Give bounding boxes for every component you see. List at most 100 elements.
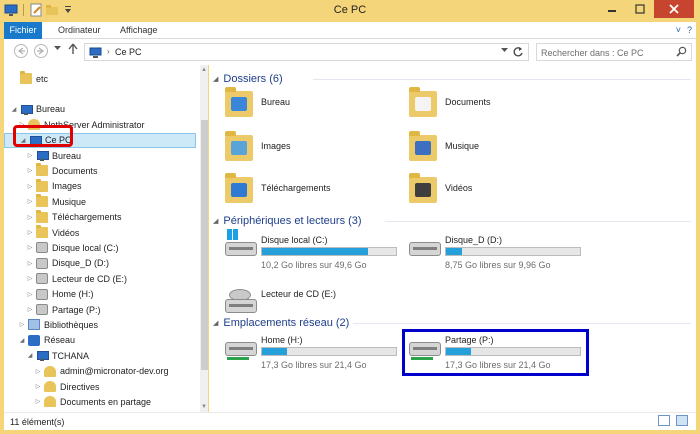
nav-item-label: Disque_D (D:) — [52, 258, 110, 269]
nav-item[interactable]: ▷ Partage (P:) — [4, 302, 196, 317]
network-drive-icon — [225, 335, 257, 365]
expand-arrow-icon[interactable]: ▷ — [26, 275, 34, 282]
collapse-arrow-icon[interactable]: ◢ — [18, 337, 26, 344]
nav-item[interactable]: ▷ admin@micronator-dev.org — [4, 364, 196, 379]
nav-item[interactable]: ▷ Images — [4, 178, 196, 194]
folder-tile[interactable]: Téléchargements — [225, 173, 395, 209]
documents-folder-icon — [36, 163, 48, 177]
expand-arrow-icon[interactable]: ▷ — [26, 306, 34, 313]
nav-item[interactable]: ▷ Directives — [4, 379, 196, 394]
expand-arrow-icon[interactable]: ▷ — [26, 244, 34, 251]
tab-ordinateur[interactable]: Ordinateur — [50, 22, 109, 39]
expand-arrow-icon[interactable]: ▷ — [26, 152, 34, 159]
expand-arrow-icon[interactable]: ▷ — [26, 229, 34, 236]
nav-item[interactable]: ▷ Bibliothèques — [4, 317, 196, 332]
forward-button[interactable] — [34, 44, 48, 58]
expand-arrow-icon[interactable]: ▷ — [18, 321, 26, 328]
usage-bar — [261, 347, 397, 356]
nav-item[interactable]: ▷ Home (H:) — [4, 287, 196, 302]
maximize-button[interactable] — [626, 0, 654, 18]
expand-arrow-icon[interactable]: ▷ — [34, 368, 42, 375]
content-pane[interactable]: ◢ Dossiers (6) Bureau Documents Images Musi… — [209, 65, 696, 412]
network-drive-icon — [36, 288, 48, 300]
group-divider — [313, 79, 691, 80]
breadcrumb-separator[interactable]: › — [107, 47, 110, 56]
refresh-icon[interactable] — [512, 46, 524, 61]
nav-item[interactable]: ▷ Bureau — [4, 148, 196, 163]
nav-item[interactable]: ▷ Disque_D (D:) — [4, 256, 196, 271]
nav-item[interactable]: ▷ Documents en partage — [4, 394, 196, 409]
nav-item[interactable]: ▷ Lecteur de CD (E:) — [4, 271, 196, 286]
scrollbar-thumb[interactable] — [201, 120, 208, 370]
minimize-button[interactable] — [598, 0, 626, 18]
folder-tile[interactable]: Documents — [409, 87, 579, 123]
drive-tile-c[interactable]: Disque local (C:) 10,2 Go libres sur 49,… — [225, 229, 405, 275]
expand-arrow-icon[interactable]: ▷ — [34, 383, 42, 390]
nav-item-label: etc — [36, 73, 49, 84]
tab-affichage[interactable]: Affichage — [112, 22, 165, 39]
help-button[interactable]: ? — [687, 25, 692, 35]
expand-ribbon-button[interactable]: ˅ — [676, 25, 681, 35]
expand-arrow-icon[interactable]: ▷ — [26, 214, 34, 221]
expand-arrow-icon[interactable]: ▷ — [26, 167, 34, 174]
collapse-arrow-icon[interactable]: ◢ — [10, 106, 18, 113]
breadcrumb-ce-pc[interactable]: Ce PC — [115, 47, 142, 57]
nav-item[interactable]: etc — [4, 71, 196, 86]
cd-drive-icon — [225, 283, 257, 313]
local-disk-icon — [36, 242, 48, 254]
recent-locations-button[interactable] — [54, 46, 61, 53]
up-button[interactable] — [68, 43, 78, 58]
details-view-icon[interactable] — [658, 415, 670, 426]
nav-item[interactable]: ▷ Téléchargements — [4, 209, 196, 225]
expand-arrow-icon[interactable]: ▷ — [26, 260, 34, 267]
address-row: › Ce PC — [4, 39, 696, 65]
large-icons-view-icon[interactable] — [676, 415, 688, 426]
collapse-icon[interactable]: ◢ — [213, 75, 218, 83]
nav-item[interactable]: ▷ Vidéos — [4, 225, 196, 240]
folder-tile[interactable]: Bureau — [225, 87, 395, 123]
nav-item[interactable]: ◢ TCHANA — [4, 348, 196, 363]
scroll-up-icon[interactable]: ▲ — [201, 67, 207, 73]
music-folder-icon — [36, 194, 48, 208]
expand-arrow-icon[interactable]: ▷ — [34, 398, 42, 405]
status-bar: 11 élément(s) — [4, 412, 696, 430]
nav-item-label: Images — [52, 181, 82, 192]
collapse-icon[interactable]: ◢ — [213, 319, 218, 327]
nav-item[interactable]: ▷ Disque local (C:) — [4, 240, 196, 255]
expand-arrow-icon[interactable]: ▷ — [26, 291, 34, 298]
nav-item[interactable]: ◢ Réseau — [4, 333, 196, 348]
search-input[interactable] — [541, 46, 671, 59]
folder-tile[interactable]: Vidéos — [409, 173, 579, 209]
group-header-network[interactable]: ◢ Emplacements réseau (2) — [213, 316, 349, 330]
nav-item[interactable]: ◢ Bureau — [4, 102, 196, 117]
nav-scrollbar[interactable]: ▲ ▼ — [200, 65, 208, 412]
search-icon[interactable] — [676, 46, 687, 60]
drive-label: Lecteur de CD (E:) — [261, 289, 337, 299]
collapse-arrow-icon[interactable]: ◢ — [26, 352, 34, 359]
drive-tile-h[interactable]: Home (H:) 17,3 Go libres sur 21,4 Go — [225, 335, 405, 375]
nav-item-label: Documents en partage — [60, 396, 152, 407]
expand-arrow-icon[interactable]: ▷ — [26, 198, 34, 205]
expand-arrow-icon[interactable]: ▷ — [26, 183, 34, 190]
group-header-folders[interactable]: ◢ Dossiers (6) — [213, 72, 283, 86]
navigation-pane[interactable]: etc ◢ Bureau ▷ NethServer Administrator ◢ Ce P… — [4, 65, 208, 412]
usage-bar-fill — [262, 248, 368, 255]
scroll-down-icon[interactable]: ▼ — [201, 404, 207, 410]
user-folder-icon — [44, 396, 56, 408]
tab-fichier[interactable]: Fichier — [4, 22, 42, 39]
back-button[interactable] — [14, 44, 28, 58]
address-bar[interactable]: › Ce PC — [84, 43, 529, 61]
collapse-icon[interactable]: ◢ — [213, 217, 218, 225]
folder-tile[interactable]: Images — [225, 131, 395, 167]
address-history-button[interactable] — [501, 48, 508, 55]
group-header-devices[interactable]: ◢ Périphériques et lecteurs (3) — [213, 214, 362, 228]
drive-tile-d[interactable]: Disque_D (D:) 8,75 Go libres sur 9,96 Go — [409, 235, 589, 275]
nav-item[interactable]: ▷ Documents — [4, 163, 196, 178]
computer-icon — [89, 47, 103, 60]
search-box[interactable] — [536, 43, 692, 61]
folder-overlay — [415, 141, 431, 155]
folder-tile[interactable]: Musique — [409, 131, 579, 167]
nav-item[interactable]: ▷ Musique — [4, 194, 196, 209]
close-button[interactable] — [654, 0, 694, 18]
